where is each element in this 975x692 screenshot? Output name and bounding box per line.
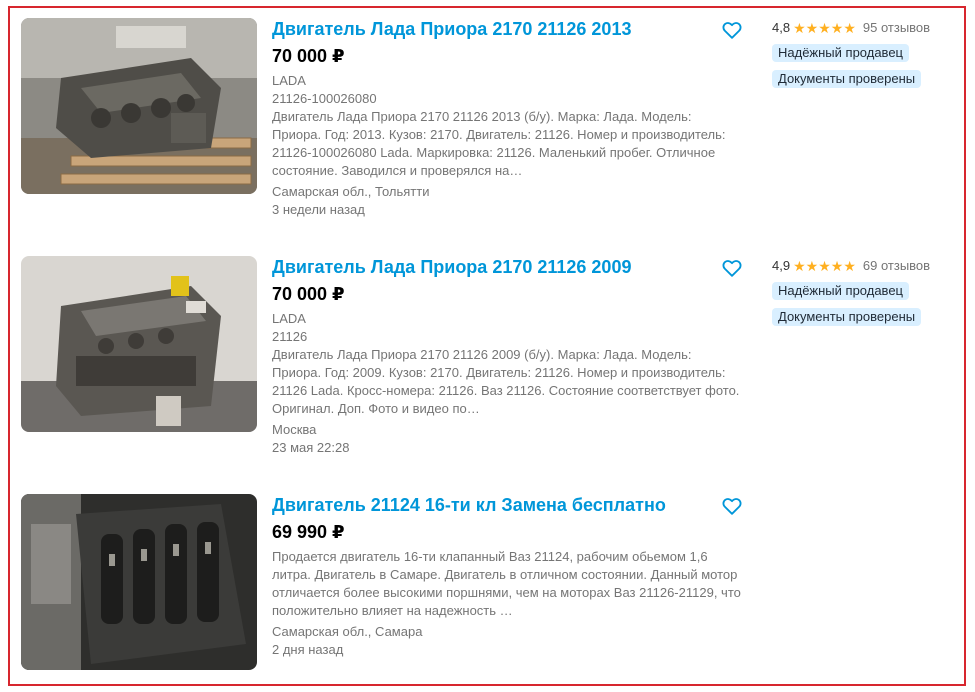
star-icon: ★ [805,258,819,274]
listing-description: Двигатель Лада Приора 2170 21126 2009 (б… [272,347,740,416]
seller-rating[interactable]: 4,8 ★ ★ ★ ★ ★ 95 отзывов [772,20,962,36]
listing-photo[interactable] [21,494,257,670]
listing-location: Самарская обл., Самара [272,624,423,639]
listing-time: 3 недели назад [272,202,365,217]
star-icon: ★ [818,20,831,36]
listing-location: Самарская обл., Тольятти [272,184,430,199]
rating-value: 4,8 [772,20,791,35]
listing-brand: LADA [272,73,306,88]
listing-time: 23 мая 22:28 [272,440,350,455]
star-icon: ★ [793,258,806,274]
star-icon: ★ [843,258,856,274]
listing-title-link[interactable]: Двигатель 21124 16-ти кл Замена бесплатн… [272,494,742,516]
seller-info: 4,9 ★ ★ ★ ★ ★ 69 отзывов Надёжный продавец Д… [772,258,962,326]
star-icon: ★ [805,20,819,36]
listing-location: Москва [272,422,317,437]
favorite-heart-icon[interactable] [721,257,743,279]
documents-verified-badge: Документы проверены [772,308,922,326]
favorite-heart-icon[interactable] [721,495,743,517]
listing-part-number: 21126-100026080 [272,91,377,106]
listing-title-link[interactable]: Двигатель Лада Приора 2170 21126 2013 [272,18,742,40]
star-icon: ★ [830,258,844,274]
listing-photo[interactable] [21,18,257,194]
favorite-heart-icon[interactable] [721,19,743,41]
listing-price: 70 000 ₽ [272,46,345,66]
seller-info: 4,8 ★ ★ ★ ★ ★ 95 отзывов Надёжный продавец Д… [772,20,962,88]
star-icon: ★ [843,20,856,36]
star-icon: ★ [830,20,844,36]
rating-value: 4,9 [772,258,791,273]
rating-stars: ★ ★ ★ ★ ★ [793,259,856,273]
listing-description: Продается двигатель 16-ти клапанный Ваз … [272,549,741,618]
listing-content: Двигатель Лада Приора 2170 21126 2013 70… [272,18,742,219]
reviews-count: 95 отзывов [862,20,931,35]
listing-price: 69 990 ₽ [272,522,345,542]
listing-price: 70 000 ₽ [272,284,345,304]
listing-brand: LADA [272,311,306,326]
listing-description: Двигатель Лада Приора 2170 21126 2013 (б… [272,109,726,178]
listing-title-link[interactable]: Двигатель Лада Приора 2170 21126 2009 [272,256,742,278]
documents-verified-badge: Документы проверены [772,70,922,88]
seller-rating[interactable]: 4,9 ★ ★ ★ ★ ★ 69 отзывов [772,258,962,274]
rating-stars: ★ ★ ★ ★ ★ [793,21,856,35]
reliable-seller-badge: Надёжный продавец [772,282,909,300]
reviews-count: 69 отзывов [862,258,931,273]
star-icon: ★ [818,258,831,274]
listing-photo[interactable] [21,256,257,432]
listing-content: Двигатель Лада Приора 2170 21126 2009 70… [272,256,742,457]
listing-content: Двигатель 21124 16-ти кл Замена бесплатн… [272,494,742,659]
listing-time: 2 дня назад [272,642,344,657]
star-icon: ★ [793,20,806,36]
reliable-seller-badge: Надёжный продавец [772,44,909,62]
listing-part-number: 21126 [272,329,308,344]
